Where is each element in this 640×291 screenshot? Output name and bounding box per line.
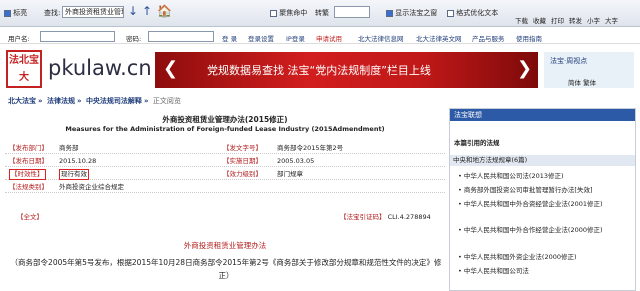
meta-value[interactable]: 外商投资企业综合规定 bbox=[59, 182, 124, 193]
format-toggle[interactable]: 格式优化文本 bbox=[447, 8, 498, 18]
checkbox-icon bbox=[4, 9, 11, 17]
pkulaw-english-link[interactable]: 北大法律英文网 bbox=[416, 33, 462, 43]
meta-label: 【发文字号】 bbox=[223, 144, 262, 152]
language-switch[interactable]: 简体 繁体 bbox=[568, 77, 596, 87]
ip-login-link[interactable]: IP登录 bbox=[286, 33, 305, 43]
banner-text: 党规数据易查找 法宝“党内法规制度”栏目上线 bbox=[207, 64, 431, 77]
meta-value: 2015.10.28 bbox=[59, 157, 97, 165]
password-label: 密码: bbox=[126, 35, 142, 43]
pkulaw-info-link[interactable]: 北大法律信息网 bbox=[358, 33, 404, 43]
meta-value: 商务部令2015年第2号 bbox=[277, 144, 344, 152]
banner-prev-icon[interactable]: ❮ bbox=[163, 58, 178, 80]
focus-toggle[interactable]: 聚焦命中 bbox=[270, 8, 307, 18]
username-label: 用户名: bbox=[8, 35, 30, 43]
meta-value[interactable]: 商务部 bbox=[59, 143, 79, 154]
download-button[interactable]: 下载 bbox=[515, 15, 528, 25]
checkbox-icon bbox=[386, 9, 393, 17]
breadcrumb-laws[interactable]: 法律法规 bbox=[47, 97, 75, 105]
convert-input[interactable] bbox=[334, 6, 370, 18]
meta-row: 【时效性】 现行有效 【效力级别】 部门规章 bbox=[5, 169, 445, 180]
breadcrumb-central[interactable]: 中央法规司法解释 bbox=[86, 97, 142, 105]
meta-row: 【发布部门】 商务部 【发文字号】 商务部令2015年第2号 bbox=[5, 143, 445, 154]
checkbox-icon bbox=[447, 9, 454, 17]
convert-label[interactable]: 转繁 bbox=[315, 8, 329, 18]
breadcrumb-home[interactable]: 北大法宝 bbox=[8, 97, 36, 105]
promo-banner[interactable]: ❮ 党规数据易查找 法宝“党内法规制度”栏目上线 ❯ bbox=[155, 52, 538, 88]
document-main: 外商投资租赁业管理办法(2015修正) Measures for the Adm… bbox=[5, 108, 445, 291]
fabao-weekly[interactable]: 法宝·周视点 简体 繁体 bbox=[544, 52, 634, 88]
search-input[interactable]: 外商投资租赁业管理 bbox=[62, 6, 124, 18]
sidebar-subtitle: 本篇引用的法规 bbox=[454, 139, 500, 147]
meta-label: 【发布部门】 bbox=[9, 144, 48, 152]
meta-label: 【实施日期】 bbox=[223, 157, 262, 165]
citation-value: CLI.4.278894 bbox=[387, 213, 431, 221]
sidebar-item[interactable]: • 商务部外国投资公司审批管理暂行办法[失效] bbox=[458, 184, 592, 194]
products-link[interactable]: 产品与服务 bbox=[472, 33, 505, 43]
favorite-button[interactable]: 收藏 bbox=[533, 15, 546, 25]
meta-label: 【法规类别】 bbox=[9, 183, 48, 191]
up-arrow-icon[interactable]: ↑ bbox=[142, 5, 152, 17]
citation-code: 【法宝引证码】 CLI.4.278894 bbox=[340, 211, 431, 221]
meta-value: 现行有效 bbox=[59, 169, 89, 180]
home-icon[interactable]: 🏠 bbox=[157, 5, 172, 17]
meta-label: 【效力级别】 bbox=[223, 170, 262, 178]
fabao-weekly-label: 法宝·周视点 bbox=[550, 57, 588, 65]
citation-label: 【法宝引证码】 bbox=[340, 213, 386, 221]
fulltext-label: 【全文】 bbox=[17, 213, 43, 221]
window-toggle[interactable]: 显示法宝之窗 bbox=[386, 8, 437, 18]
sidebar-category[interactable]: 中央和地方法规规章(6篇) bbox=[450, 155, 635, 166]
meta-value[interactable]: 部门规章 bbox=[277, 169, 303, 180]
sidebar-item[interactable]: • 中华人民共和国外资企业法(2000修正) bbox=[458, 251, 577, 261]
meta-row: 【法规类别】 外商投资企业综合规定 bbox=[5, 182, 445, 193]
sidebar-item[interactable]: • 中华人民共和国公司法 bbox=[458, 265, 529, 275]
site-logo[interactable]: 法北宝大 bbox=[6, 50, 42, 88]
meta-label: 【发布日期】 bbox=[9, 157, 48, 165]
meta-row: 【发布日期】 2015.10.28 【实施日期】 2005.03.05 bbox=[5, 156, 445, 167]
checkbox-icon bbox=[270, 9, 277, 17]
site-name[interactable]: pkulaw.cn bbox=[48, 56, 152, 80]
print-button[interactable]: 打印 bbox=[551, 15, 564, 25]
login-bar: 用户名: 密码: 登 录 登录设置 IP登录 申请试用 北大法律信息网 北大法律… bbox=[0, 30, 640, 44]
doc-subtitle: 外商投资租赁业管理办法 bbox=[183, 241, 267, 250]
marks-checkbox[interactable]: 标亮 bbox=[4, 8, 27, 18]
doc-paragraph: （商务部令2005年第5号发布，根据2015年10月28日商务部令2015年第2… bbox=[10, 258, 442, 280]
guide-link[interactable]: 使用指南 bbox=[516, 33, 542, 43]
sidebar-header: 法宝联想 bbox=[450, 109, 635, 121]
login-button[interactable]: 登 录 bbox=[222, 33, 237, 43]
breadcrumb: 北大法宝» 法律法规» 中央法规司法解释» 正文阅览 bbox=[8, 97, 181, 105]
doc-title: 外商投资租赁业管理办法(2015修正) bbox=[162, 115, 288, 124]
login-settings-link[interactable]: 登录设置 bbox=[248, 33, 274, 43]
forward-button[interactable]: 转发 bbox=[569, 15, 582, 25]
sidebar-item[interactable]: • 中华人民共和国中外合作经营企业法(2000修正) bbox=[458, 224, 633, 234]
search-label: 查找: bbox=[44, 9, 61, 17]
small-font-button[interactable]: 小字 bbox=[587, 15, 600, 25]
meta-value: 2005.03.05 bbox=[277, 157, 315, 165]
large-font-button[interactable]: 大字 bbox=[605, 15, 618, 25]
fabao-sidebar: 法宝联想 本篇引用的法规 中央和地方法规规章(6篇) • 中华人民共和国公司法(… bbox=[449, 108, 636, 291]
doc-title-en: Measures for the Administration of Forei… bbox=[65, 125, 385, 133]
sidebar-item[interactable]: • 中华人民共和国中外合资经营企业法(2001修正) bbox=[458, 198, 633, 208]
down-arrow-icon[interactable]: ↓ bbox=[128, 5, 138, 17]
toolbar: 标亮 查找: 外商投资租赁业管理 ↓ ↑ 🏠 聚焦命中 转繁 显示法宝之窗 格式… bbox=[0, 0, 640, 27]
trial-link[interactable]: 申请试用 bbox=[316, 33, 342, 43]
meta-label: 【时效性】 bbox=[9, 169, 46, 180]
breadcrumb-current: 正文阅览 bbox=[152, 97, 181, 105]
password-input[interactable] bbox=[148, 31, 214, 42]
username-input[interactable] bbox=[40, 31, 115, 42]
banner-next-icon[interactable]: ❯ bbox=[517, 58, 532, 80]
sidebar-item[interactable]: • 中华人民共和国公司法(2013修正) bbox=[458, 170, 564, 180]
